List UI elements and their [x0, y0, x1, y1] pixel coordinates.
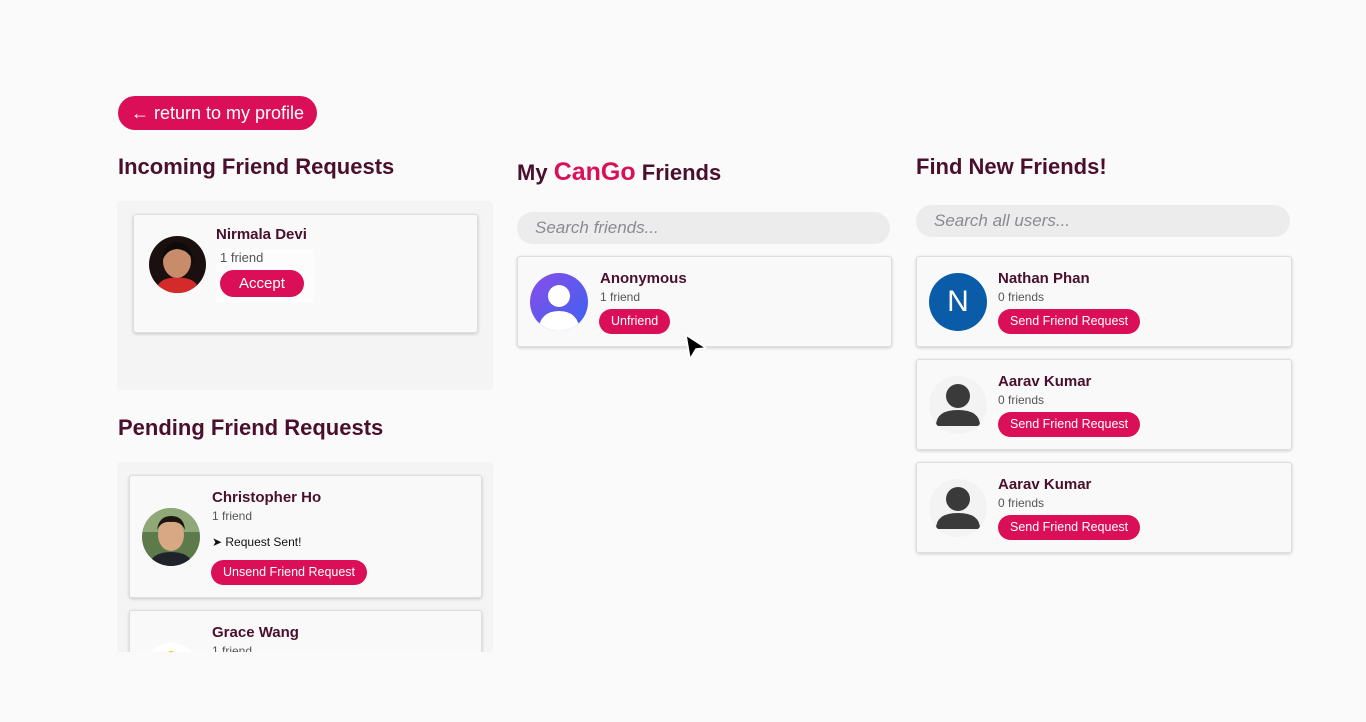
request-sent-status: ➤ Request Sent! — [212, 535, 302, 549]
incoming-requests-heading: Incoming Friend Requests — [118, 154, 395, 179]
initial-avatar: N — [929, 273, 987, 331]
pending-friend-count: 1 friend — [212, 644, 253, 652]
friend-count: 1 friend — [600, 290, 641, 304]
user-name: Aarav Kumar — [998, 373, 1092, 390]
suggested-user-card: N Nathan Phan 0 friends Send Friend Requ… — [916, 256, 1292, 347]
pending-request-card: Grace Wang 1 friend — [129, 610, 482, 652]
user-name: Aarav Kumar — [998, 476, 1092, 493]
suggested-user-card: Aarav Kumar 0 friends Send Friend Reques… — [916, 462, 1292, 553]
default-person-icon — [929, 376, 987, 434]
search-friends-input[interactable] — [517, 212, 890, 244]
default-person-icon — [929, 479, 987, 537]
send-friend-request-button[interactable]: Send Friend Request — [998, 515, 1141, 540]
pending-friend-count: 1 friend — [212, 509, 253, 523]
pending-name: Grace Wang — [212, 624, 299, 641]
accept-button[interactable]: Accept — [220, 270, 304, 297]
pending-request-card: Christopher Ho 1 friend ➤ Request Sent! … — [129, 475, 482, 598]
request-info-box: 1 friend Accept — [216, 249, 314, 303]
pending-name: Christopher Ho — [212, 489, 322, 506]
requester-friend-count: 1 friend — [220, 250, 264, 265]
my-friends-heading: My CanGo Friends — [517, 158, 721, 187]
incoming-request-card: Nirmala Devi 1 friend Accept — [133, 214, 478, 333]
user-name: Nathan Phan — [998, 270, 1090, 287]
send-friend-request-button[interactable]: Send Friend Request — [998, 412, 1141, 437]
unsend-request-button[interactable]: Unsend Friend Request — [211, 560, 368, 585]
grace-avatar — [142, 643, 200, 652]
suggested-user-card: Aarav Kumar 0 friends Send Friend Reques… — [916, 359, 1292, 450]
mouse-cursor-icon — [684, 333, 710, 363]
incoming-requests-panel: Nirmala Devi 1 friend Accept — [117, 201, 493, 390]
send-friend-request-button[interactable]: Send Friend Request — [998, 309, 1141, 334]
heading-prefix: My — [517, 160, 554, 185]
heading-suffix: Friends — [635, 160, 722, 185]
cango-brand: CanGo — [553, 158, 636, 186]
christopher-avatar — [142, 508, 200, 566]
return-to-profile-button[interactable]: ← return to my profile — [118, 96, 318, 130]
requester-name: Nirmala Devi — [216, 226, 307, 243]
user-friend-count: 0 friends — [998, 393, 1045, 407]
nirmala-avatar — [149, 236, 206, 293]
pending-requests-panel: Christopher Ho 1 friend ➤ Request Sent! … — [117, 462, 493, 652]
user-friend-count: 0 friends — [998, 496, 1045, 510]
user-friend-count: 0 friends — [998, 290, 1045, 304]
search-all-users-input[interactable] — [916, 205, 1290, 237]
friend-name: Anonymous — [600, 270, 687, 287]
user-avatar-icon — [530, 273, 588, 331]
find-friends-heading: Find New Friends! — [916, 154, 1107, 179]
pending-requests-heading: Pending Friend Requests — [118, 415, 384, 440]
unfriend-button[interactable]: Unfriend — [599, 309, 671, 334]
